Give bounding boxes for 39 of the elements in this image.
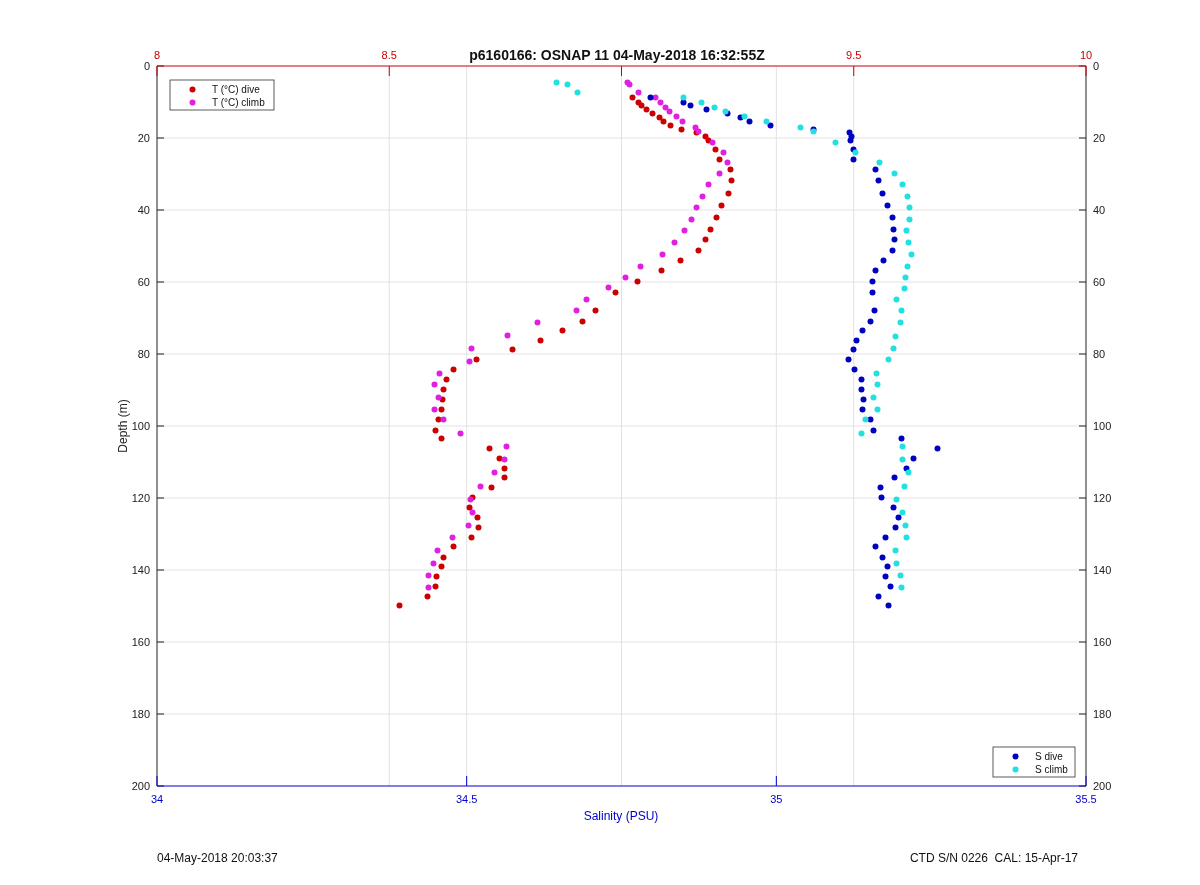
tick-label: 35.5 bbox=[1075, 793, 1097, 805]
tick-label: 40 bbox=[1093, 204, 1106, 216]
legend-label: S dive bbox=[1035, 750, 1063, 762]
tick-label: 120 bbox=[1093, 492, 1112, 504]
tick-label: 80 bbox=[137, 348, 150, 360]
tick-label: 100 bbox=[1093, 420, 1112, 432]
tick-label: 140 bbox=[131, 564, 150, 576]
tick-label: 0 bbox=[143, 60, 150, 72]
tick-label: 80 bbox=[1093, 348, 1106, 360]
tick-label: 34.5 bbox=[455, 793, 478, 805]
axis-title: Salinity (PSU) bbox=[583, 809, 659, 823]
tick-label: 200 bbox=[1093, 780, 1112, 792]
legend-label: T (°C) dive bbox=[212, 83, 260, 95]
tick-label: 10 bbox=[1079, 49, 1093, 61]
tick-label: 20 bbox=[137, 132, 150, 144]
tick-label: 60 bbox=[1093, 276, 1106, 288]
tick-label: 140 bbox=[1093, 564, 1112, 576]
tick-label: 20 bbox=[1093, 132, 1106, 144]
tick-label: 40 bbox=[137, 204, 150, 216]
tick-label: 35 bbox=[770, 793, 783, 805]
legend-label: T (°C) climb bbox=[212, 96, 265, 108]
tick-label: 34 bbox=[150, 793, 164, 805]
tick-label: 120 bbox=[131, 492, 150, 504]
tick-label: 60 bbox=[137, 276, 150, 288]
tick-label: 160 bbox=[131, 636, 150, 648]
chart-title: p6160166: OSNAP 11 04-May-2018 16:32:55Z bbox=[469, 47, 765, 63]
legend-label: S climb bbox=[1035, 763, 1068, 775]
tick-label: 100 bbox=[131, 420, 150, 432]
tick-label: 200 bbox=[131, 780, 150, 792]
timestamp: 04-May-2018 20:03:37 bbox=[157, 851, 278, 865]
tick-label: 180 bbox=[1093, 708, 1112, 720]
tick-label: 0 bbox=[1093, 60, 1100, 72]
tick-label: 9.5 bbox=[846, 49, 862, 61]
axis-title: Depth (m) bbox=[116, 399, 130, 453]
calibration-info: CTD S/N 0226 CAL: 15-Apr-17 bbox=[909, 851, 1078, 865]
tick-label: 180 bbox=[131, 708, 150, 720]
tick-label: 8.5 bbox=[381, 49, 397, 61]
tick-label: 8 bbox=[153, 49, 161, 61]
tick-label: 160 bbox=[1093, 636, 1112, 648]
